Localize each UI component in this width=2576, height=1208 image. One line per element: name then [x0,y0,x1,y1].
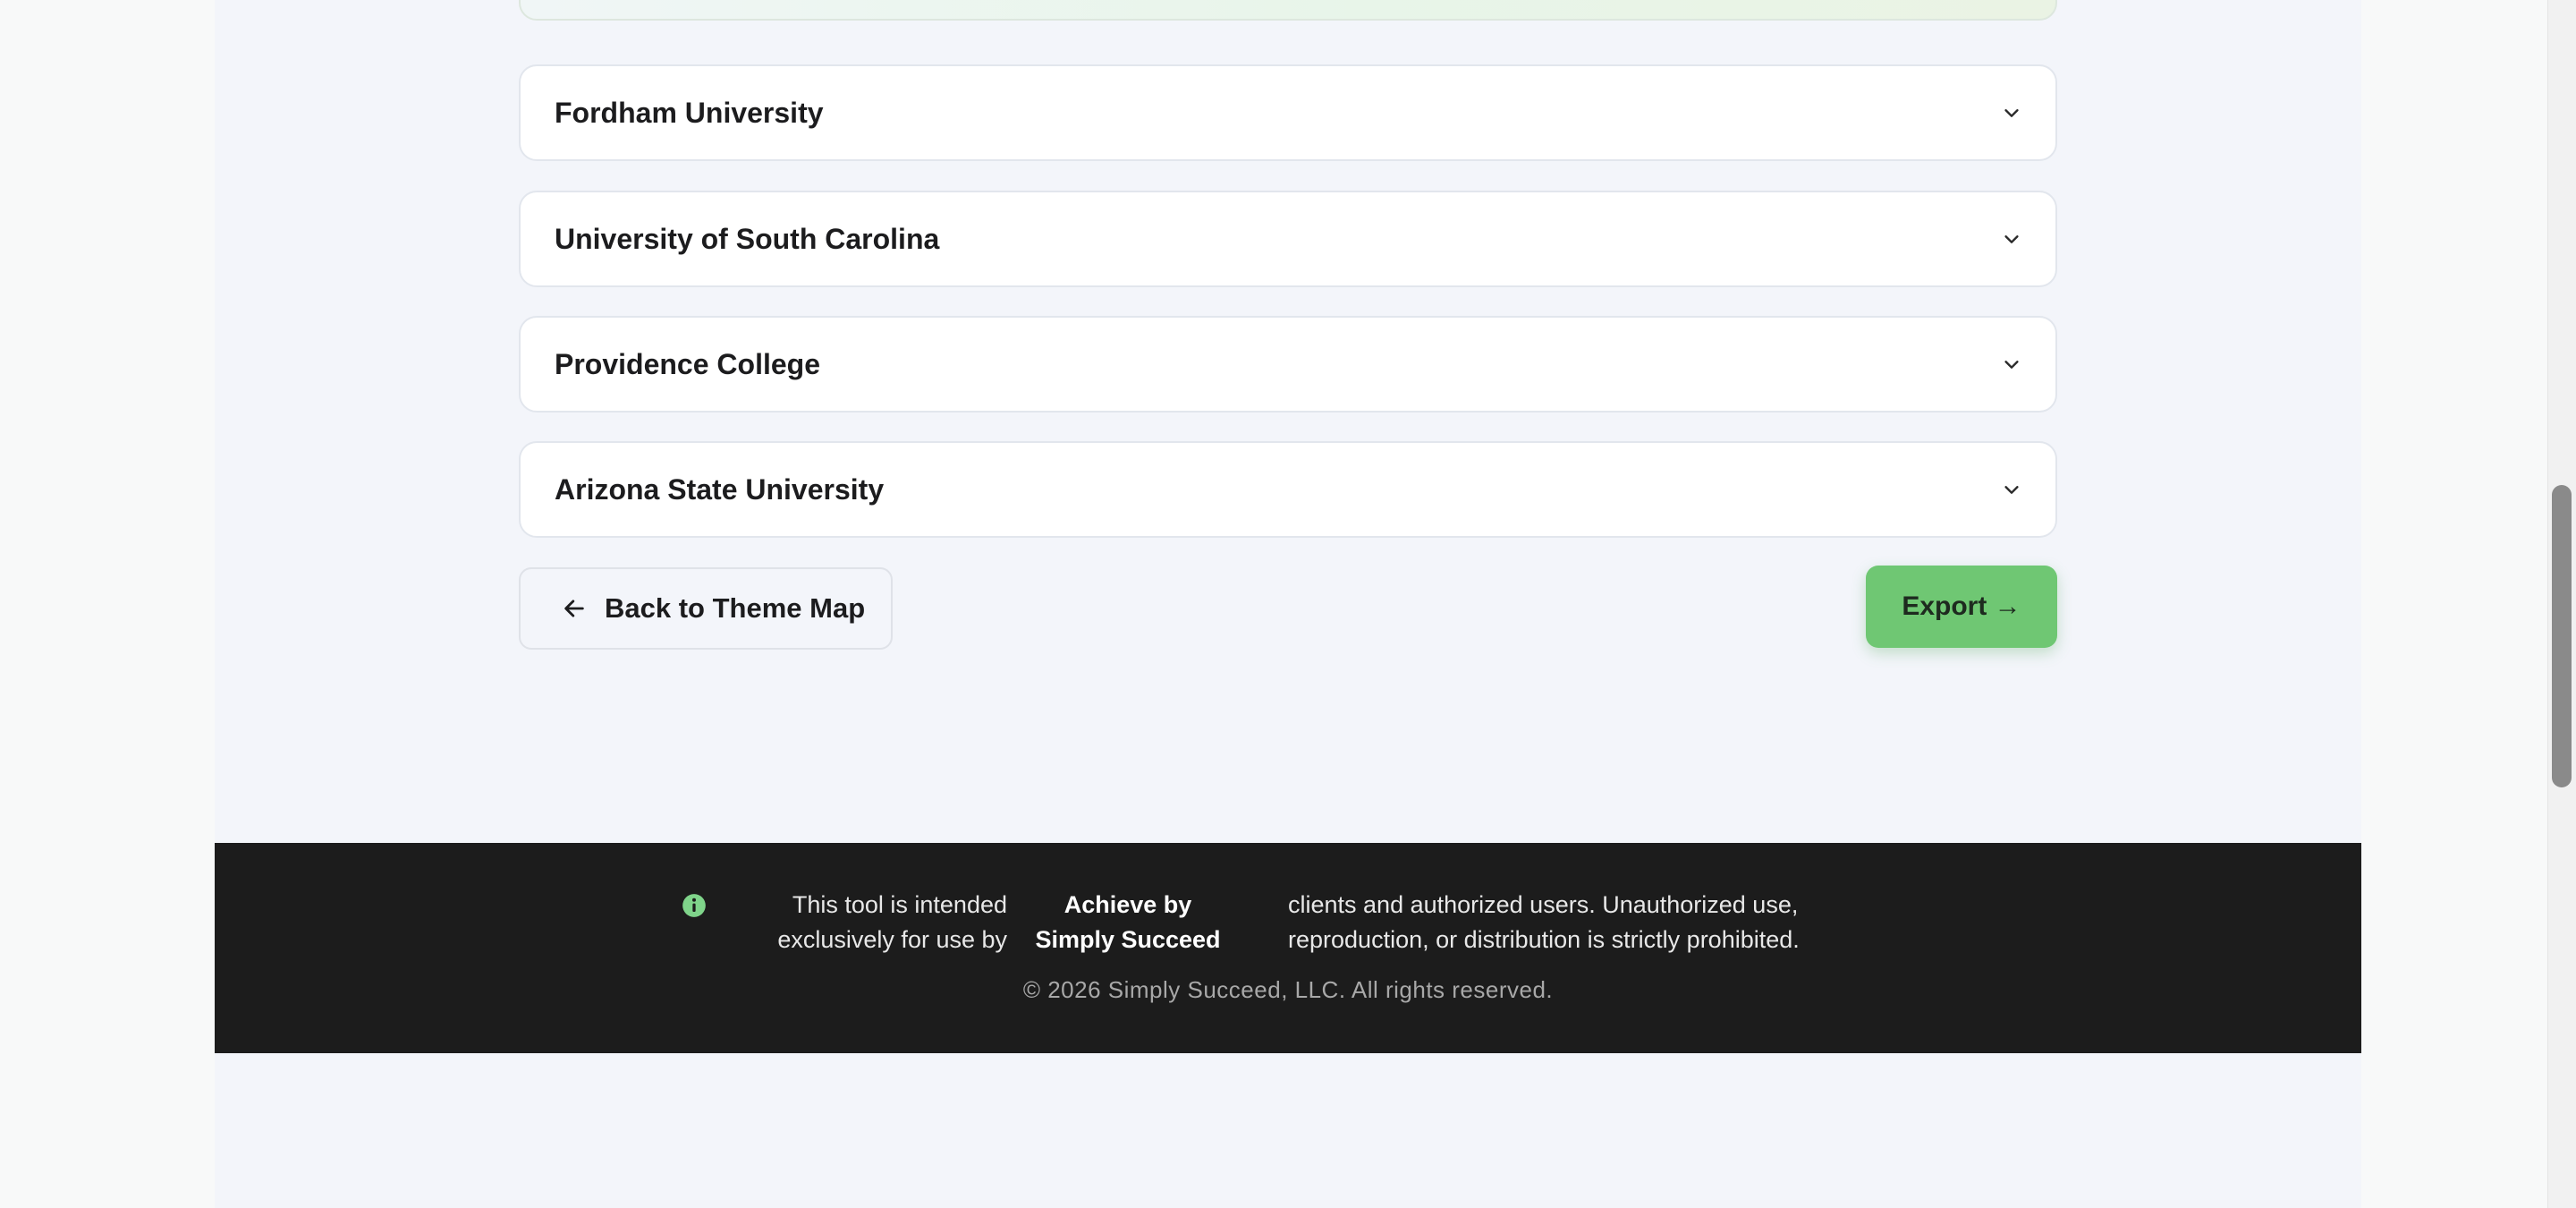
page-content: Fordham University University of South C… [215,0,2361,1208]
footer-notice-text: This tool is intended exclusively for us… [777,891,1007,953]
chevron-down-icon [2002,480,2021,499]
arrow-left-icon [562,596,587,621]
accordion-arizona-state-university[interactable]: Arizona State University [519,441,2057,538]
footer-notice-brand: Achieve by Simply Succeed [1035,891,1221,953]
back-to-theme-map-button[interactable]: Back to Theme Map [519,567,893,650]
footer-copyright: © 2026 Simply Succeed, LLC. All rights r… [1022,976,1554,1003]
chevron-down-icon [2002,103,2021,123]
back-button-label: Back to Theme Map [605,592,866,624]
chevron-down-icon [2002,229,2021,249]
accordion-title: Fordham University [555,96,824,129]
accordion-title: Arizona State University [555,472,885,506]
summary-card [519,0,2057,21]
chevron-down-icon [2002,354,2021,374]
footer: This tool is intended exclusively for us… [215,843,2361,1053]
accordion-providence-college[interactable]: Providence College [519,316,2057,413]
footer-notice-text-continued: clients and authorized users. Unauthoriz… [1288,891,1800,953]
accordion-title: Providence College [555,347,820,380]
export-button[interactable]: Export → [1866,566,2057,648]
accordion-university-of-south-carolina[interactable]: University of South Carolina [519,191,2057,287]
accordion-title: University of South Carolina [555,222,940,255]
scrollbar-thumb[interactable] [2552,485,2572,787]
info-icon [682,893,707,918]
export-button-label: Export → [1902,591,2021,621]
accordion-fordham-university[interactable]: Fordham University [519,64,2057,161]
